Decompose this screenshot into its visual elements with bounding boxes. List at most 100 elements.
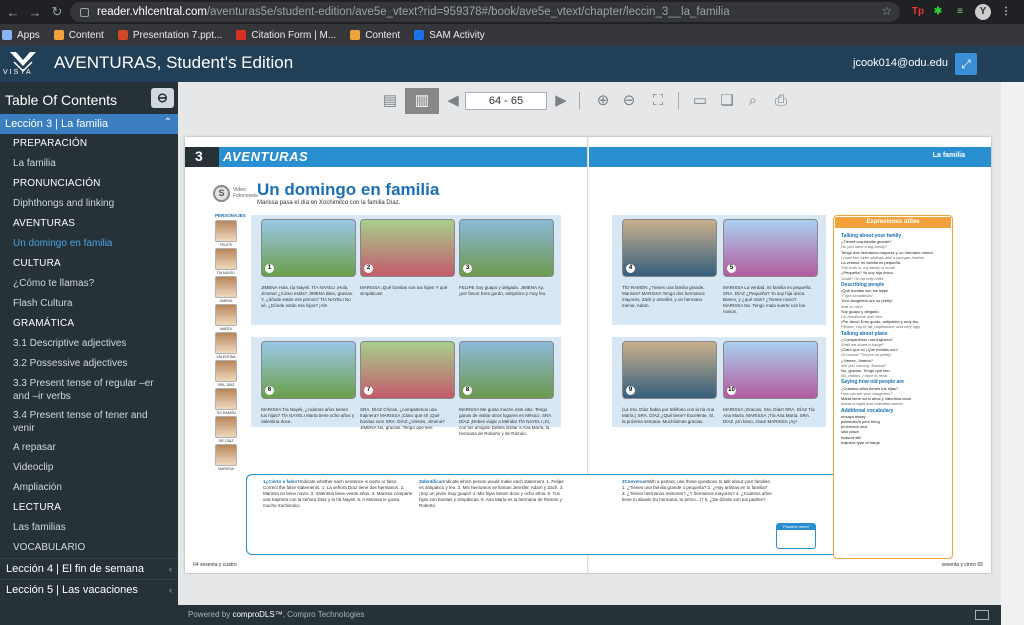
chevron-left-icon: ‹ xyxy=(169,585,172,595)
toc-item[interactable]: 3.3 Present tense of regular –er and –ir… xyxy=(0,374,178,406)
bookmark-item[interactable]: Presentation 7.ppt... xyxy=(117,30,222,41)
apps-icon xyxy=(2,30,12,40)
print-icon[interactable]: ⎙ xyxy=(772,92,790,110)
panel-dialogue: MARISSA La verdad, mi familia es pequeña… xyxy=(723,285,812,314)
toc-lesson[interactable]: Lección 4 | El fin de semana ‹ xyxy=(0,558,178,579)
comic-photo: 4 xyxy=(622,219,717,277)
back-arrow-icon: ⊖ xyxy=(157,90,168,105)
toc-item[interactable]: Las familias xyxy=(0,518,178,538)
character-portrait xyxy=(215,332,237,354)
double-page-icon[interactable]: ▥ xyxy=(405,88,439,114)
fullscreen-button[interactable]: ⤢ xyxy=(955,53,977,75)
toc-item[interactable]: ¿Cómo te llamas? xyxy=(0,274,178,294)
practice-more-button[interactable]: Practice more! xyxy=(776,523,816,549)
panel-dialogue: TÍO RAMÓN ¿Tienes una familia grande, Ma… xyxy=(622,285,705,308)
menu-dots-icon[interactable]: ⋮ xyxy=(998,4,1014,20)
extension-puzzle-icon[interactable]: ✱ xyxy=(930,4,946,20)
panel-number: 4 xyxy=(626,264,635,273)
panel-dialogue: MARISSA ¡Qué bonitas son tus hijas! Y qu… xyxy=(360,285,448,296)
bookmark-item[interactable]: SAM Activity xyxy=(414,30,485,41)
toc-item[interactable]: VOCABULARIO xyxy=(0,538,178,558)
panel-number: 7 xyxy=(364,386,373,395)
extension-list-icon[interactable]: ≡ xyxy=(952,4,968,20)
toc-item[interactable]: 3.2 Possessive adjectives xyxy=(0,354,178,374)
chevron-up-icon: ⌃ xyxy=(163,117,172,128)
user-email[interactable]: jcook014@odu.edu xyxy=(853,57,948,69)
character-name: FELIPE xyxy=(219,243,233,247)
address-bar[interactable]: reader.vhlcentral.com/aventuras5e/studen… xyxy=(70,2,900,22)
expand-icon: ⤢ xyxy=(961,56,971,71)
comic-photo: 10 xyxy=(723,341,818,399)
toc-item[interactable]: Diphthongs and linking xyxy=(0,194,178,214)
panel-number: 5 xyxy=(727,264,736,273)
viewer-toolbar: ▤ ▥ ◀ 64 - 65 ▶ ⊕ ⊖ ⛶ ▭ ❏ ⌕ ⎙ xyxy=(178,82,1001,120)
panel-dialogue: (La Sra. Díaz habla por teléfono con la … xyxy=(622,407,715,424)
expression-line: Marta is eight and Valentina twelve. xyxy=(841,401,904,407)
bookmark-item[interactable]: Apps xyxy=(2,30,40,41)
toc-header: Table Of Contents ⊖ xyxy=(0,82,178,114)
bookmark-item[interactable]: Content xyxy=(53,30,104,41)
keyboard-icon[interactable] xyxy=(975,610,989,620)
url-path: /aventuras5e/student-edition/ave5e_vtext… xyxy=(206,6,730,18)
zoom-out-icon[interactable]: ⊖ xyxy=(620,92,638,110)
bookmark-label: Content xyxy=(365,29,401,41)
practice-label: Practice more! xyxy=(777,524,815,530)
back-arrow-icon[interactable]: ← xyxy=(2,5,24,20)
expression-line: No, thanks. I have to read. xyxy=(841,373,888,379)
star-icon[interactable]: ☆ xyxy=(881,4,892,18)
toc-item[interactable]: A repasar xyxy=(0,438,178,458)
toc-section-heading: CULTURA xyxy=(13,258,61,269)
bookmark-item[interactable]: Content xyxy=(350,30,400,41)
characters-column: PERSONAJES FELIPE TÍA NAYELI JIMENA MARTA VA… xyxy=(215,213,246,472)
zoom-in-icon[interactable]: ⊕ xyxy=(594,92,612,110)
toc-collapse-button[interactable]: ⊖ xyxy=(151,88,174,108)
forward-arrow-icon[interactable]: → xyxy=(24,5,46,20)
activity-title: Identificar xyxy=(421,479,444,484)
notes-list-icon[interactable]: ❏ xyxy=(718,92,736,110)
toc-item[interactable]: La familia xyxy=(0,154,178,174)
content-icon xyxy=(350,30,361,40)
bookmark-label: Citation Form | M... xyxy=(251,29,337,41)
note-icon[interactable]: ▭ xyxy=(691,92,709,110)
toc-item[interactable]: Videoclip xyxy=(0,458,178,478)
fit-page-icon[interactable]: ⛶ xyxy=(649,92,667,110)
toc-item[interactable]: Un domingo en familia xyxy=(0,234,178,254)
presentation-icon xyxy=(117,30,128,40)
page-number-left: 64 sesenta y cuatro xyxy=(193,562,237,568)
panel-number: 2 xyxy=(364,264,373,273)
toc-sidebar: Table Of Contents ⊖ Lección 3 | La famil… xyxy=(0,82,178,625)
activity: 1¿Cierto o falso?Indicate whether each s… xyxy=(263,479,413,509)
footer-rest: , Compro Technologies xyxy=(282,610,365,619)
page-number-input[interactable]: 64 - 65 xyxy=(465,92,547,110)
character-portrait xyxy=(215,416,237,438)
search-icon[interactable]: ⌕ xyxy=(744,92,762,110)
video-icon[interactable]: S xyxy=(213,185,230,202)
character-portrait xyxy=(215,220,237,242)
single-page-icon[interactable]: ▤ xyxy=(381,92,399,110)
scrollbar[interactable] xyxy=(1001,82,1024,625)
next-page-icon[interactable]: ▶ xyxy=(552,92,570,110)
expression-line: Small? I'm an only child. xyxy=(841,275,885,281)
expressions-list: Talking about your family ¿Tienes una fam… xyxy=(841,232,951,445)
extension-tp-icon[interactable]: Tp xyxy=(910,4,926,20)
toc-item[interactable]: 3.1 Descriptive adjectives xyxy=(0,334,178,354)
profile-avatar[interactable]: Y xyxy=(975,4,991,20)
chapter-number: 3 xyxy=(195,148,203,164)
panel-dialogue: SRA. DÍAZ Chicas, ¿compartimos una traji… xyxy=(360,407,445,430)
panel-dialogue: JIMENA Hola, tía Nayeli. TÍA NAYELI ¡Hol… xyxy=(261,285,354,308)
prev-page-icon[interactable]: ◀ xyxy=(444,92,462,110)
toc-item[interactable]: Flash Cultura xyxy=(0,294,178,314)
toc-item[interactable]: 3.4 Present tense of tener and venir xyxy=(0,406,178,438)
footer-powered: Powered by xyxy=(188,610,233,619)
toc-lesson[interactable]: Lección 5 | Las vacaciones ‹ xyxy=(0,579,178,600)
reload-icon[interactable]: ↻ xyxy=(46,4,68,20)
bookmarks-bar: Apps Content Presentation 7.ppt... Citation… xyxy=(0,24,1024,46)
bookmark-item[interactable]: Citation Form | M... xyxy=(236,30,336,41)
video-label: Video: Fotonovela xyxy=(233,187,258,199)
lesson-list: Lección 4 | El fin de semana ‹ Lección 5 |… xyxy=(0,558,178,600)
character-portrait xyxy=(215,276,237,298)
character-portrait xyxy=(215,248,237,270)
toc-item[interactable]: Ampliación xyxy=(0,478,178,498)
current-lesson[interactable]: Lección 3 | La familia ⌃ xyxy=(0,114,178,134)
comic-photo: 5 xyxy=(723,219,818,277)
